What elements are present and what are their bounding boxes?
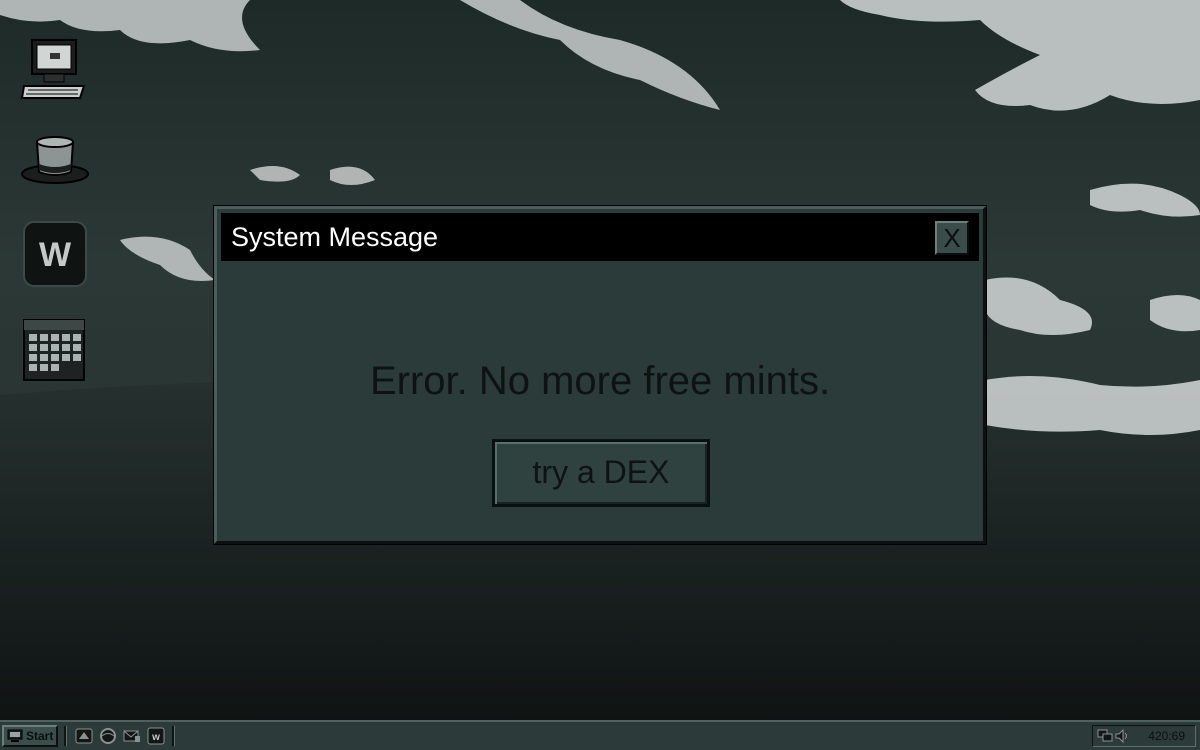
network-icon[interactable] [1097,729,1113,743]
start-button[interactable]: Start [2,725,58,747]
system-tray: 420:69 [1092,725,1196,747]
w-app-icon[interactable]: W [20,220,90,290]
quicklaunch-mail-icon[interactable] [123,727,141,745]
try-dex-button[interactable]: try a DEX [492,439,710,507]
taskbar: Start w 420:69 [0,720,1200,750]
quicklaunch-desktop-icon[interactable] [75,727,93,745]
start-logo-icon [7,729,23,742]
start-label: Start [26,729,54,743]
dialog-title: System Message [231,222,439,252]
top-hat-icon[interactable] [20,132,90,202]
quicklaunch-browser-icon[interactable] [99,727,117,745]
taskbar-separator [172,726,175,746]
quicklaunch-w-icon[interactable]: w [147,727,165,745]
dialog-titlebar[interactable]: System Message X [221,213,979,261]
error-message: Error. No more free mints. [369,359,831,403]
svg-text:W: W [39,236,72,274]
calendar-icon[interactable] [20,318,90,388]
close-button[interactable]: X [935,221,969,255]
volume-icon[interactable] [1115,729,1129,743]
clock: 420:69 [1148,729,1185,743]
desktop: W System Message X Error. No more free m… [0,0,1200,750]
my-computer-icon[interactable] [20,36,90,106]
svg-text:w: w [151,732,160,743]
system-message-dialog: System Message X Error. No more free min… [214,206,986,544]
taskbar-separator [64,726,67,746]
